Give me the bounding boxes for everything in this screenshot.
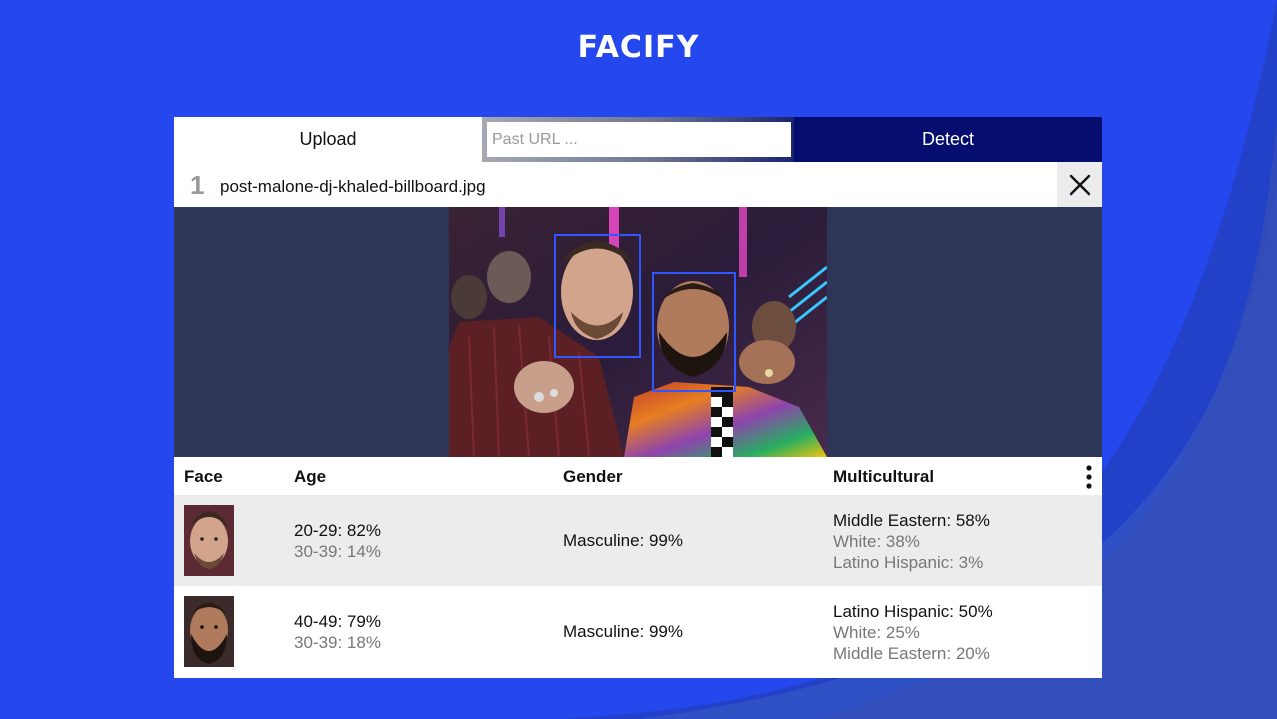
app-logo: FACIFY [577, 30, 700, 65]
age-cell: 20-29: 82% 30-39: 14% [294, 520, 381, 562]
remove-file-button[interactable] [1057, 162, 1102, 207]
header-face: Face [184, 467, 223, 486]
multicultural-secondary: White: 25% [833, 623, 920, 642]
results-table-header: Face Age Gender Multicultural [174, 457, 1102, 495]
table-row: 40-49: 79% 30-39: 18% Masculine: 99% Lat… [174, 586, 1102, 677]
face-thumbnail [184, 505, 234, 576]
multicultural-primary: Middle Eastern: 58% [833, 511, 990, 530]
multicultural-secondary: White: 38% [833, 532, 920, 551]
age-primary: 40-49: 79% [294, 612, 381, 631]
header-gender: Gender [563, 467, 623, 486]
file-row: 1 post-malone-dj-khaled-billboard.jpg [174, 162, 1102, 207]
more-vertical-icon [1086, 465, 1092, 489]
face-thumbnail [184, 596, 234, 667]
multicultural-cell: Middle Eastern: 58% White: 38% Latino Hi… [833, 510, 990, 573]
close-icon [1069, 174, 1090, 195]
age-secondary: 30-39: 18% [294, 633, 381, 652]
detect-button[interactable]: Detect [794, 117, 1102, 162]
upload-button[interactable]: Upload [174, 117, 482, 162]
gender-cell: Masculine: 99% [563, 531, 684, 550]
table-menu-button[interactable] [1078, 463, 1100, 491]
multicultural-cell: Latino Hispanic: 50% White: 25% Middle E… [833, 601, 993, 664]
face-detection-card: Upload Detect 1 post-malone-dj-khaled-bi… [174, 117, 1102, 678]
multicultural-secondary: Latino Hispanic: 3% [833, 553, 984, 572]
url-input[interactable] [487, 122, 791, 157]
multicultural-primary: Latino Hispanic: 50% [833, 602, 993, 621]
uploaded-photo [449, 207, 827, 457]
url-input-wrapper [482, 117, 794, 162]
header-age: Age [294, 467, 327, 486]
image-preview [174, 207, 1102, 457]
table-row: 20-29: 82% 30-39: 14% Masculine: 99% Mid… [174, 495, 1102, 586]
toolbar: Upload Detect [174, 117, 1102, 162]
age-primary: 20-29: 82% [294, 521, 381, 540]
age-cell: 40-49: 79% 30-39: 18% [294, 611, 381, 653]
age-secondary: 30-39: 14% [294, 542, 381, 561]
gender-cell: Masculine: 99% [563, 622, 684, 641]
header-multicultural: Multicultural [833, 467, 935, 486]
multicultural-secondary: Middle Eastern: 20% [833, 644, 990, 663]
file-name: post-malone-dj-khaled-billboard.jpg [220, 177, 486, 196]
file-index: 1 [190, 170, 205, 200]
